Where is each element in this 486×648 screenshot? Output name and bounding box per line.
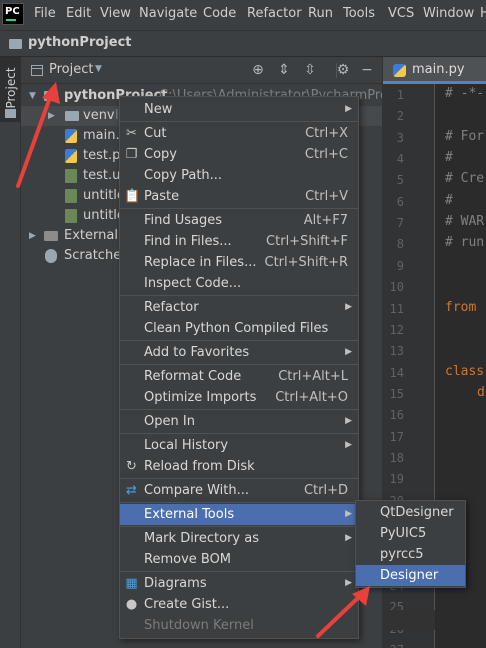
annotation-arrows — [16, 82, 370, 638]
annotation-arrow — [16, 82, 60, 188]
annotation-arrow — [316, 586, 370, 638]
